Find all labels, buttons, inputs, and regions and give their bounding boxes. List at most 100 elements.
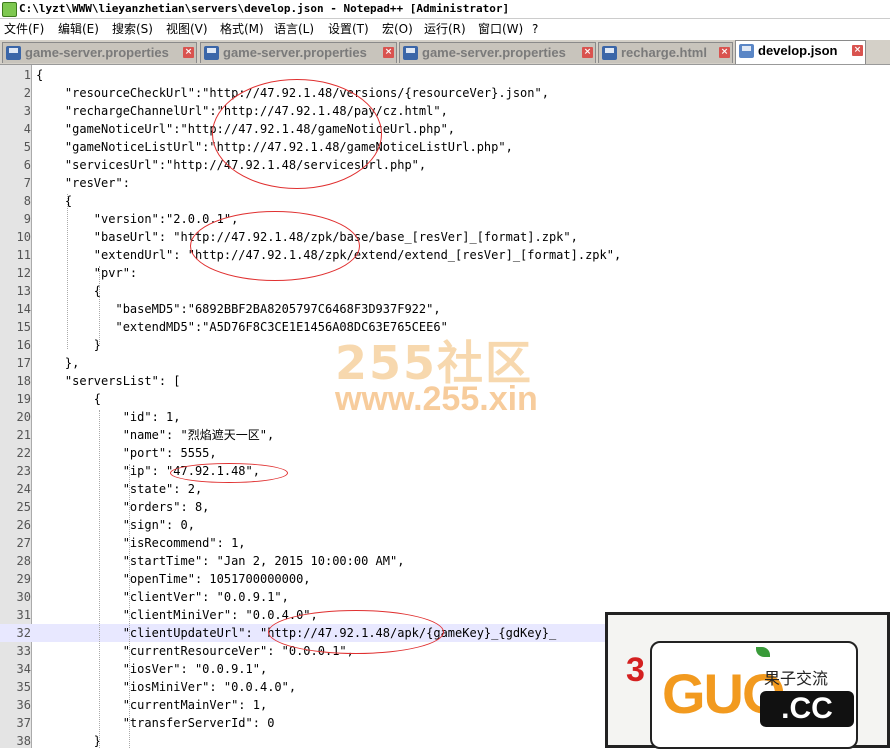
line-number: 1 [23, 68, 31, 82]
line-number: 18 [16, 374, 31, 388]
menu-item-4[interactable]: 格式(M) [220, 19, 264, 39]
tab-label: game-server.properties [25, 45, 169, 60]
line-number: 7 [23, 176, 31, 190]
menu-item-0[interactable]: 文件(F) [4, 19, 44, 39]
code-line[interactable]: 25 "orders": 8, [0, 498, 890, 516]
code-text: "name": "烈焰遮天一区", [36, 428, 275, 442]
line-number: 16 [16, 338, 31, 352]
code-text: "currentMainVer": 1, [36, 698, 268, 712]
tab-4[interactable]: develop.json × [735, 40, 866, 64]
code-line[interactable]: 4 "gameNoticeUrl":"http://47.92.1.48/gam… [0, 120, 890, 138]
code-line[interactable]: 10 "baseUrl": "http://47.92.1.48/zpk/bas… [0, 228, 890, 246]
code-text: "openTime": 1051700000000, [36, 572, 311, 586]
leaf-icon [756, 647, 770, 657]
menu-item-9[interactable]: 窗口(W) [478, 19, 523, 39]
code-line[interactable]: 22 "port": 5555, [0, 444, 890, 462]
code-line[interactable]: 30 "clientVer": "0.0.9.1", [0, 588, 890, 606]
code-line[interactable]: 28 "startTime": "Jan 2, 2015 10:00:00 AM… [0, 552, 890, 570]
close-icon[interactable]: × [383, 47, 394, 58]
menu-item-1[interactable]: 编辑(E) [58, 19, 99, 39]
line-number: 20 [16, 410, 31, 424]
menu-item-6[interactable]: 设置(T) [328, 19, 369, 39]
watermark-bottom: www.255.xin [335, 380, 538, 418]
code-line[interactable]: 26 "sign": 0, [0, 516, 890, 534]
close-icon[interactable]: × [582, 47, 593, 58]
line-number: 36 [16, 698, 31, 712]
line-number: 25 [16, 500, 31, 514]
menu-item-10[interactable]: ? [532, 19, 538, 39]
menu-item-5[interactable]: 语言(L) [274, 19, 314, 39]
code-text: { [36, 392, 102, 406]
close-icon[interactable]: × [852, 45, 863, 56]
code-text: "port": 5555, [36, 446, 217, 460]
line-number: 8 [23, 194, 31, 208]
code-text: "baseMD5":"6892BBF2BA8205797C6468F3D937F… [36, 302, 441, 316]
code-line[interactable]: 29 "openTime": 1051700000000, [0, 570, 890, 588]
line-number: 28 [16, 554, 31, 568]
code-line[interactable]: 23 "ip": "47.92.1.48", [0, 462, 890, 480]
code-line[interactable]: 5 "gameNoticeListUrl":"http://47.92.1.48… [0, 138, 890, 156]
tab-2[interactable]: game-server.properties × [399, 42, 596, 63]
code-line[interactable]: 21 "name": "烈焰遮天一区", [0, 426, 890, 444]
close-icon[interactable]: × [719, 47, 730, 58]
menu-item-7[interactable]: 宏(O) [382, 19, 413, 39]
line-number: 37 [16, 716, 31, 730]
close-icon[interactable]: × [183, 47, 194, 58]
code-line[interactable]: 12 "pvr": [0, 264, 890, 282]
line-number: 2 [23, 86, 31, 100]
tab-label: develop.json [758, 43, 838, 58]
code-text: { [36, 68, 44, 82]
tab-1[interactable]: game-server.properties × [200, 42, 397, 63]
line-number: 27 [16, 536, 31, 550]
save-disk-icon [6, 46, 21, 60]
code-text: "iosVer": "0.0.9.1", [36, 662, 268, 676]
menu-item-3[interactable]: 视图(V) [166, 19, 208, 39]
menu-item-8[interactable]: 运行(R) [424, 19, 466, 39]
code-line[interactable]: 27 "isRecommend": 1, [0, 534, 890, 552]
tab-label: game-server.properties [422, 45, 566, 60]
stamp-digit: 3 [626, 651, 645, 689]
line-number: 32 [16, 626, 31, 640]
line-number: 29 [16, 572, 31, 586]
code-text: "pvr": [36, 266, 138, 280]
line-number: 12 [16, 266, 31, 280]
code-line[interactable]: 2 "resourceCheckUrl":"http://47.92.1.48/… [0, 84, 890, 102]
line-number: 17 [16, 356, 31, 370]
tab-0[interactable]: game-server.properties × [2, 42, 197, 63]
code-line[interactable]: 7 "resVer": [0, 174, 890, 192]
code-line[interactable]: 13 { [0, 282, 890, 300]
tab-3[interactable]: recharge.html × [598, 42, 733, 63]
menu-item-2[interactable]: 搜索(S) [112, 19, 153, 39]
line-number: 3 [23, 104, 31, 118]
code-text: "iosMiniVer": "0.0.4.0", [36, 680, 297, 694]
indent-guide [67, 194, 68, 349]
code-line[interactable]: 6 "servicesUrl":"http://47.92.1.48/servi… [0, 156, 890, 174]
menu-bar: 文件(F) 编辑(E) 搜索(S) 视图(V) 格式(M) 语言(L) 设置(T) 宏(O) 运… [0, 19, 890, 39]
tab-label: game-server.properties [223, 45, 367, 60]
code-text: "serversList": [ [36, 374, 181, 388]
line-number: 35 [16, 680, 31, 694]
line-number: 9 [23, 212, 31, 226]
code-text: "transferServerId": 0 [36, 716, 275, 730]
code-line[interactable]: 14 "baseMD5":"6892BBF2BA8205797C6468F3D9… [0, 300, 890, 318]
code-text: } [36, 338, 102, 352]
stamp-domain: .CC [760, 691, 854, 727]
code-line[interactable]: 1{ [0, 66, 890, 84]
line-number: 13 [16, 284, 31, 298]
code-line[interactable]: 11 "extendUrl": "http://47.92.1.48/zpk/e… [0, 246, 890, 264]
line-number: 11 [16, 248, 31, 262]
code-text: "resVer": [36, 176, 130, 190]
code-line[interactable]: 9 "version":"2.0.0.1", [0, 210, 890, 228]
code-text: }, [36, 356, 80, 370]
tab-label: recharge.html [621, 45, 707, 60]
code-text: "isRecommend": 1, [36, 536, 246, 550]
stamp-cn-text: 果子交流 [764, 669, 829, 688]
code-line[interactable]: 8 { [0, 192, 890, 210]
stamp-card: GUO 果子交流 .CC [650, 641, 858, 749]
code-text: "id": 1, [36, 410, 181, 424]
code-text: { [36, 284, 102, 298]
annotation-circle [268, 610, 444, 654]
code-line[interactable]: 3 "rechargeChannelUrl":"http://47.92.1.4… [0, 102, 890, 120]
indent-guide [99, 410, 100, 748]
code-line[interactable]: 24 "state": 2, [0, 480, 890, 498]
